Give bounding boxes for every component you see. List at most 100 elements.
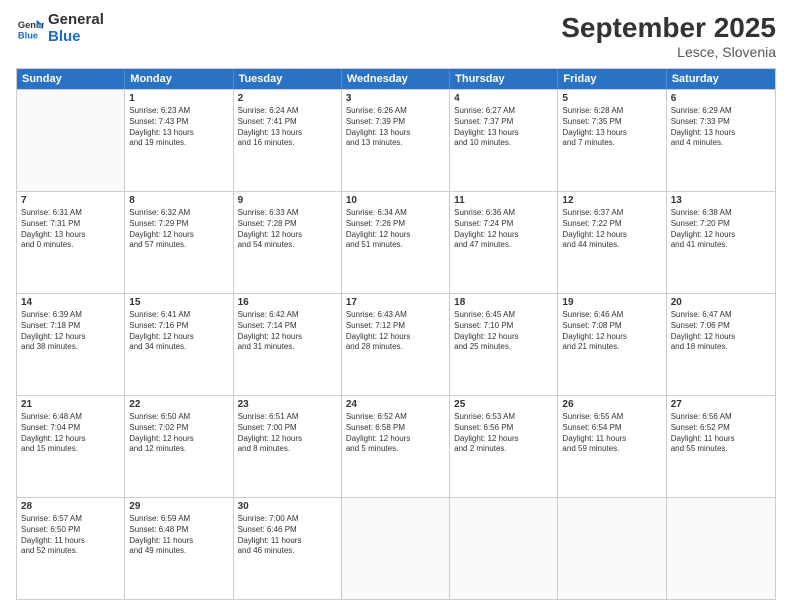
cal-day-22: 22 Sunrise: 6:50 AM Sunset: 7:02 PM Dayli… xyxy=(125,396,233,497)
location: Lesce, Slovenia xyxy=(561,44,776,60)
cal-day-4: 4Sunrise: 6:27 AM Sunset: 7:37 PM Daylig… xyxy=(450,90,558,191)
day-number: 21 xyxy=(21,399,120,410)
day-number: 13 xyxy=(671,195,771,206)
day-number: 22 xyxy=(129,399,228,410)
cal-day-1: 1Sunrise: 6:23 AM Sunset: 7:43 PM Daylig… xyxy=(125,90,233,191)
day-number: 18 xyxy=(454,297,553,308)
cal-day-6: 6 Sunrise: 6:29 AM Sunset: 7:33 PM Daylig… xyxy=(667,90,775,191)
logo: General Blue General Blue xyxy=(16,12,104,45)
day-info: Sunrise: 6:31 AM Sunset: 7:31 PM Dayligh… xyxy=(21,208,120,251)
cal-day-26: 26 Sunrise: 6:55 AM Sunset: 6:54 PM Dayli… xyxy=(558,396,666,497)
cal-day-19: 19Sunrise: 6:46 AM Sunset: 7:08 PM Dayli… xyxy=(558,294,666,395)
day-number: 29 xyxy=(129,501,228,512)
cal-header-friday: Friday xyxy=(558,69,666,89)
cal-day-28: 28 Sunrise: 6:57 AM Sunset: 6:50 PM Dayli… xyxy=(17,498,125,599)
day-number: 20 xyxy=(671,297,771,308)
day-info: Sunrise: 6:51 AM Sunset: 7:00 PM Dayligh… xyxy=(238,412,337,455)
cal-day-17: 17 Sunrise: 6:43 AM Sunset: 7:12 PM Dayli… xyxy=(342,294,450,395)
cal-week-2: 7 Sunrise: 6:31 AM Sunset: 7:31 PM Daylig… xyxy=(17,191,775,293)
cal-header-wednesday: Wednesday xyxy=(342,69,450,89)
calendar-page: General Blue General Blue September 2025… xyxy=(0,0,792,612)
cal-day-empty xyxy=(558,498,666,599)
day-number: 3 xyxy=(346,93,445,104)
header: General Blue General Blue September 2025… xyxy=(16,12,776,60)
day-number: 16 xyxy=(238,297,337,308)
day-info: Sunrise: 6:48 AM Sunset: 7:04 PM Dayligh… xyxy=(21,412,120,455)
day-info: Sunrise: 6:57 AM Sunset: 6:50 PM Dayligh… xyxy=(21,514,120,557)
day-info: Sunrise: 6:59 AM Sunset: 6:48 PM Dayligh… xyxy=(129,514,228,557)
cal-header-monday: Monday xyxy=(125,69,233,89)
cal-day-18: 18 Sunrise: 6:45 AM Sunset: 7:10 PM Dayli… xyxy=(450,294,558,395)
day-number: 11 xyxy=(454,195,553,206)
cal-day-empty xyxy=(17,90,125,191)
day-info: Sunrise: 6:52 AM Sunset: 6:58 PM Dayligh… xyxy=(346,412,445,455)
title-block: September 2025 Lesce, Slovenia xyxy=(561,12,776,60)
day-number: 8 xyxy=(129,195,228,206)
day-info: Sunrise: 6:43 AM Sunset: 7:12 PM Dayligh… xyxy=(346,310,445,353)
cal-day-9: 9Sunrise: 6:33 AM Sunset: 7:28 PM Daylig… xyxy=(234,192,342,293)
logo-text: General Blue xyxy=(48,12,104,45)
day-number: 10 xyxy=(346,195,445,206)
cal-week-5: 28 Sunrise: 6:57 AM Sunset: 6:50 PM Dayli… xyxy=(17,497,775,599)
day-number: 12 xyxy=(562,195,661,206)
day-number: 5 xyxy=(562,93,661,104)
cal-day-12: 12 Sunrise: 6:37 AM Sunset: 7:22 PM Dayli… xyxy=(558,192,666,293)
calendar: SundayMondayTuesdayWednesdayThursdayFrid… xyxy=(16,68,776,600)
calendar-header-row: SundayMondayTuesdayWednesdayThursdayFrid… xyxy=(17,69,775,89)
day-info: Sunrise: 6:50 AM Sunset: 7:02 PM Dayligh… xyxy=(129,412,228,455)
cal-day-7: 7 Sunrise: 6:31 AM Sunset: 7:31 PM Daylig… xyxy=(17,192,125,293)
day-number: 14 xyxy=(21,297,120,308)
day-info: Sunrise: 6:37 AM Sunset: 7:22 PM Dayligh… xyxy=(562,208,661,251)
cal-day-29: 29 Sunrise: 6:59 AM Sunset: 6:48 PM Dayli… xyxy=(125,498,233,599)
day-info: Sunrise: 6:29 AM Sunset: 7:33 PM Dayligh… xyxy=(671,106,771,149)
cal-day-24: 24Sunrise: 6:52 AM Sunset: 6:58 PM Dayli… xyxy=(342,396,450,497)
cal-day-25: 25Sunrise: 6:53 AM Sunset: 6:56 PM Dayli… xyxy=(450,396,558,497)
cal-day-empty xyxy=(342,498,450,599)
day-info: Sunrise: 6:26 AM Sunset: 7:39 PM Dayligh… xyxy=(346,106,445,149)
cal-header-sunday: Sunday xyxy=(17,69,125,89)
day-number: 30 xyxy=(238,501,337,512)
day-info: Sunrise: 6:55 AM Sunset: 6:54 PM Dayligh… xyxy=(562,412,661,455)
day-number: 7 xyxy=(21,195,120,206)
day-number: 25 xyxy=(454,399,553,410)
day-info: Sunrise: 6:23 AM Sunset: 7:43 PM Dayligh… xyxy=(129,106,228,149)
cal-day-2: 2 Sunrise: 6:24 AM Sunset: 7:41 PM Daylig… xyxy=(234,90,342,191)
day-number: 28 xyxy=(21,501,120,512)
cal-day-11: 11 Sunrise: 6:36 AM Sunset: 7:24 PM Dayli… xyxy=(450,192,558,293)
day-number: 26 xyxy=(562,399,661,410)
cal-day-23: 23 Sunrise: 6:51 AM Sunset: 7:00 PM Dayli… xyxy=(234,396,342,497)
day-info: Sunrise: 6:56 AM Sunset: 6:52 PM Dayligh… xyxy=(671,412,771,455)
day-info: Sunrise: 6:42 AM Sunset: 7:14 PM Dayligh… xyxy=(238,310,337,353)
cal-day-14: 14Sunrise: 6:39 AM Sunset: 7:18 PM Dayli… xyxy=(17,294,125,395)
logo-blue-text: Blue xyxy=(48,29,104,46)
calendar-body: 1Sunrise: 6:23 AM Sunset: 7:43 PM Daylig… xyxy=(17,89,775,599)
cal-week-1: 1Sunrise: 6:23 AM Sunset: 7:43 PM Daylig… xyxy=(17,89,775,191)
cal-day-10: 10Sunrise: 6:34 AM Sunset: 7:26 PM Dayli… xyxy=(342,192,450,293)
day-number: 23 xyxy=(238,399,337,410)
day-info: Sunrise: 6:24 AM Sunset: 7:41 PM Dayligh… xyxy=(238,106,337,149)
day-number: 17 xyxy=(346,297,445,308)
cal-day-16: 16 Sunrise: 6:42 AM Sunset: 7:14 PM Dayli… xyxy=(234,294,342,395)
day-info: Sunrise: 6:36 AM Sunset: 7:24 PM Dayligh… xyxy=(454,208,553,251)
cal-day-empty xyxy=(450,498,558,599)
day-number: 6 xyxy=(671,93,771,104)
cal-day-13: 13Sunrise: 6:38 AM Sunset: 7:20 PM Dayli… xyxy=(667,192,775,293)
month-title: September 2025 xyxy=(561,12,776,44)
day-number: 9 xyxy=(238,195,337,206)
cal-day-5: 5 Sunrise: 6:28 AM Sunset: 7:35 PM Daylig… xyxy=(558,90,666,191)
day-number: 2 xyxy=(238,93,337,104)
cal-day-30: 30Sunrise: 7:00 AM Sunset: 6:46 PM Dayli… xyxy=(234,498,342,599)
day-number: 15 xyxy=(129,297,228,308)
day-info: Sunrise: 6:46 AM Sunset: 7:08 PM Dayligh… xyxy=(562,310,661,353)
day-number: 4 xyxy=(454,93,553,104)
cal-day-20: 20Sunrise: 6:47 AM Sunset: 7:06 PM Dayli… xyxy=(667,294,775,395)
cal-day-21: 21 Sunrise: 6:48 AM Sunset: 7:04 PM Dayli… xyxy=(17,396,125,497)
day-info: Sunrise: 6:32 AM Sunset: 7:29 PM Dayligh… xyxy=(129,208,228,251)
cal-header-thursday: Thursday xyxy=(450,69,558,89)
cal-day-3: 3 Sunrise: 6:26 AM Sunset: 7:39 PM Daylig… xyxy=(342,90,450,191)
cal-week-3: 14Sunrise: 6:39 AM Sunset: 7:18 PM Dayli… xyxy=(17,293,775,395)
day-info: Sunrise: 6:45 AM Sunset: 7:10 PM Dayligh… xyxy=(454,310,553,353)
cal-day-27: 27Sunrise: 6:56 AM Sunset: 6:52 PM Dayli… xyxy=(667,396,775,497)
cal-header-tuesday: Tuesday xyxy=(234,69,342,89)
day-info: Sunrise: 6:28 AM Sunset: 7:35 PM Dayligh… xyxy=(562,106,661,149)
